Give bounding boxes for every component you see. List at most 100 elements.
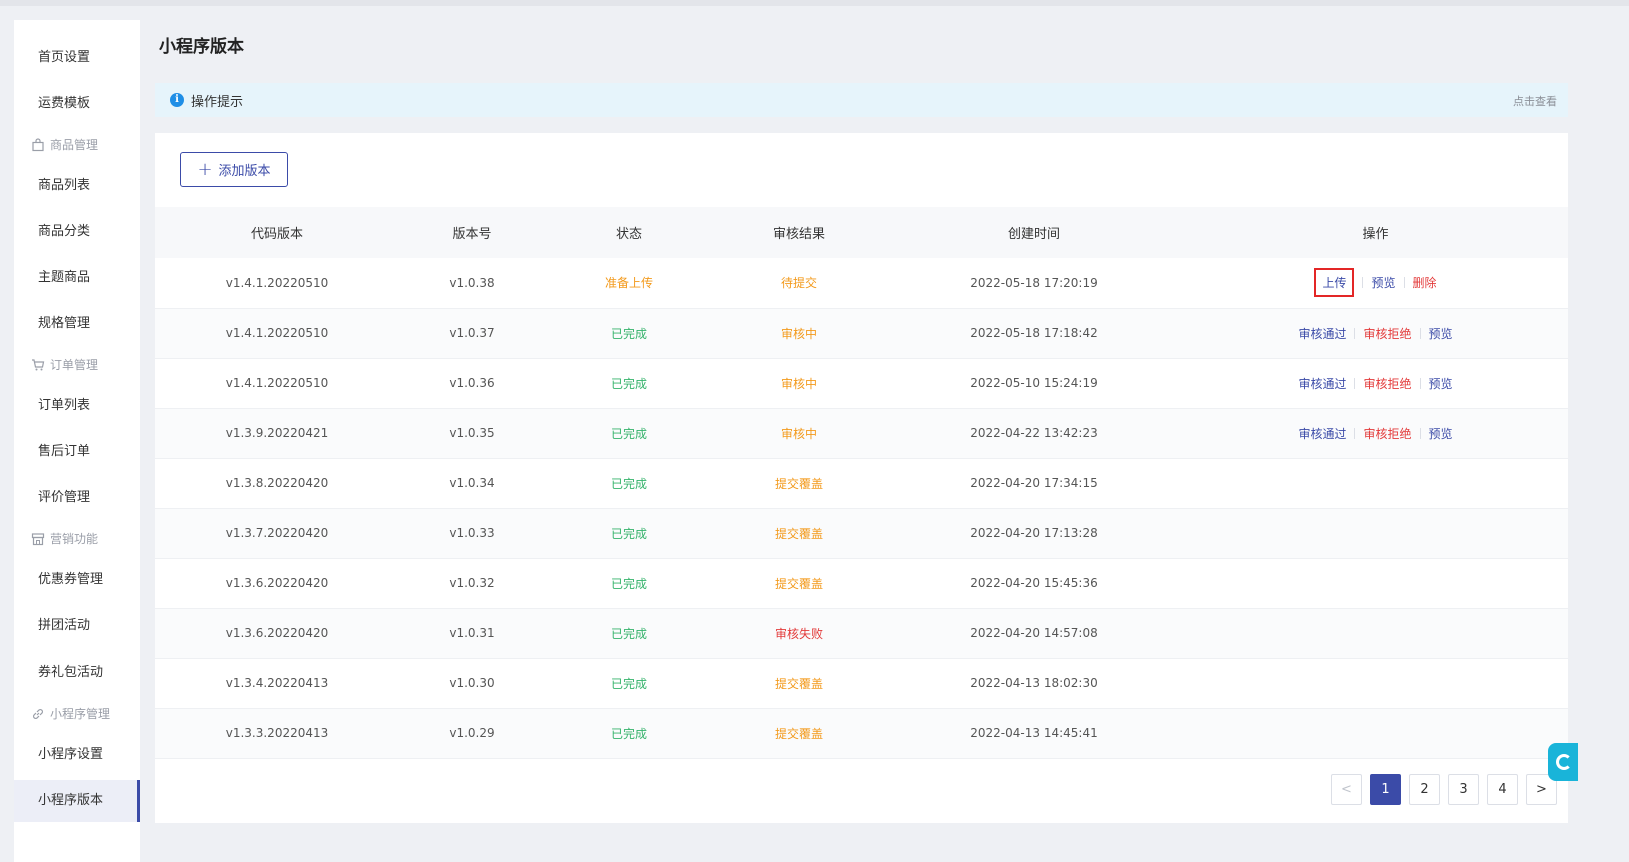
table-row: v1.3.9.20220421 v1.0.35 已完成 审核中 2022-04-22 1… — [155, 408, 1568, 458]
table-row: v1.3.4.20220413 v1.0.30 已完成 提交覆盖 2022-04-13 … — [155, 658, 1568, 708]
cell-created-time: 2022-04-13 18:02:30 — [970, 676, 1098, 690]
table-row: v1.3.3.20220413 v1.0.29 已完成 提交覆盖 2022-04-13 … — [155, 708, 1568, 758]
cell-actions — [1183, 558, 1568, 608]
row-actions: 审核通过 审核拒绝 预览 — [1298, 325, 1452, 342]
sidebar-item-1[interactable]: 运费模板 — [14, 83, 140, 125]
sidebar-group-15: 小程序管理 — [14, 704, 140, 724]
action-link[interactable]: 上传 — [1314, 268, 1355, 298]
sidebar-group-label: 商品管理 — [50, 138, 99, 152]
cell-review-result: 提交覆盖 — [774, 676, 823, 691]
table-row: v1.3.7.20220420 v1.0.33 已完成 提交覆盖 2022-04-20 … — [155, 508, 1568, 558]
sidebar-group-11: 营销功能 — [14, 529, 140, 549]
sidebar-item-9[interactable]: 售后订单 — [14, 431, 140, 473]
action-link[interactable]: 审核拒绝 — [1363, 325, 1411, 342]
cell-actions: 审核通过 审核拒绝 预览 — [1183, 308, 1568, 358]
sidebar-item-3[interactable]: 商品列表 — [14, 165, 140, 207]
cell-review-result: 提交覆盖 — [774, 576, 823, 591]
sidebar-group-label: 小程序管理 — [50, 707, 111, 721]
action-link[interactable]: 预览 — [1429, 325, 1453, 342]
pagination: <1 2 3 4 > — [1331, 774, 1557, 805]
cell-version-number: v1.0.30 — [449, 676, 495, 690]
page-button-3[interactable]: 3 — [1448, 774, 1479, 805]
sidebar-group-7: 订单管理 — [14, 355, 140, 375]
sidebar-item-14[interactable]: 券礼包活动 — [14, 652, 140, 694]
cell-code-version: v1.3.8.20220420 — [225, 476, 329, 490]
cell-status: 已完成 — [610, 626, 647, 641]
sidebar-item-16[interactable]: 小程序设置 — [14, 734, 140, 776]
row-actions: 审核通过 审核拒绝 预览 — [1298, 375, 1452, 392]
tip-view-link[interactable]: 点击查看 — [1513, 93, 1557, 109]
cell-actions — [1183, 508, 1568, 558]
action-link[interactable]: 审核拒绝 — [1363, 375, 1411, 392]
sidebar-item-8[interactable]: 订单列表 — [14, 385, 140, 427]
cell-created-time: 2022-04-20 17:13:28 — [970, 526, 1098, 540]
cell-actions: 上传 预览 删除 — [1183, 258, 1568, 308]
action-divider — [1419, 427, 1421, 439]
cell-actions: 审核通过 审核拒绝 预览 — [1183, 358, 1568, 408]
bag-icon — [31, 138, 45, 152]
cell-created-time: 2022-04-20 15:45:36 — [970, 576, 1098, 590]
prev-page-button[interactable]: < — [1331, 774, 1362, 805]
sidebar-item-0[interactable]: 首页设置 — [14, 37, 140, 79]
customer-service-button[interactable] — [1548, 743, 1578, 781]
table-row: v1.4.1.20220510 v1.0.37 已完成 审核中 2022-05-18 1… — [155, 308, 1568, 358]
header-version-number: 版本号 — [452, 227, 492, 242]
cell-code-version: v1.3.6.20220420 — [225, 626, 329, 640]
header-status: 状态 — [615, 227, 642, 242]
top-bar — [0, 0, 1629, 6]
action-link[interactable]: 删除 — [1413, 274, 1437, 291]
row-actions: 上传 预览 删除 — [1314, 268, 1437, 298]
cell-version-number: v1.0.35 — [449, 426, 495, 440]
cell-version-number: v1.0.31 — [449, 626, 495, 640]
info-icon: i — [170, 93, 184, 107]
action-divider — [1354, 327, 1356, 339]
cell-code-version: v1.3.9.20220421 — [225, 426, 329, 440]
cell-status: 已完成 — [610, 476, 647, 491]
cell-review-result: 审核失败 — [774, 626, 823, 641]
action-link[interactable]: 预览 — [1371, 274, 1395, 291]
action-link[interactable]: 预览 — [1429, 375, 1453, 392]
action-link[interactable]: 审核通过 — [1298, 425, 1346, 442]
cell-review-result: 提交覆盖 — [774, 476, 823, 491]
sidebar-group-2: 商品管理 — [14, 135, 140, 155]
cell-code-version: v1.4.1.20220510 — [225, 376, 329, 390]
sidebar-item-17[interactable]: 小程序版本 — [14, 780, 140, 822]
action-link[interactable]: 审核拒绝 — [1363, 425, 1411, 442]
version-table: 代码版本 版本号 状态 审核结果 创建时间 操作 v1.4.1.20220510… — [155, 207, 1568, 759]
action-link[interactable]: 审核通过 — [1298, 325, 1346, 342]
cell-created-time: 2022-04-20 17:34:15 — [970, 476, 1098, 490]
sidebar-item-13[interactable]: 拼团活动 — [14, 605, 140, 647]
page-button-2[interactable]: 2 — [1409, 774, 1440, 805]
cell-code-version: v1.3.4.20220413 — [225, 676, 329, 690]
sidebar-item-5[interactable]: 主题商品 — [14, 257, 140, 299]
cell-review-result: 待提交 — [780, 276, 817, 291]
add-version-button[interactable]: + 添加版本 — [180, 152, 288, 187]
cell-version-number: v1.0.36 — [449, 376, 495, 390]
sidebar-item-4[interactable]: 商品分类 — [14, 211, 140, 253]
cell-review-result: 审核中 — [780, 376, 817, 391]
cell-status: 已完成 — [610, 326, 647, 341]
action-link[interactable]: 预览 — [1429, 425, 1453, 442]
header-review-result: 审核结果 — [772, 227, 825, 242]
action-link[interactable]: 审核通过 — [1298, 375, 1346, 392]
cell-code-version: v1.4.1.20220510 — [225, 275, 329, 290]
cell-created-time: 2022-05-18 17:20:19 — [970, 275, 1098, 290]
table-row: v1.4.1.20220510 v1.0.36 已完成 审核中 2022-05-10 1… — [155, 358, 1568, 408]
cell-review-result: 提交覆盖 — [774, 726, 823, 741]
add-version-label: 添加版本 — [218, 164, 271, 179]
table-header-row: 代码版本 版本号 状态 审核结果 创建时间 操作 — [155, 207, 1568, 258]
cell-code-version: v1.3.6.20220420 — [225, 576, 329, 590]
operation-tip-bar: i 操作提示 点击查看 — [155, 83, 1568, 117]
action-divider — [1354, 427, 1356, 439]
cell-actions — [1183, 658, 1568, 708]
page-button-1[interactable]: 1 — [1370, 774, 1401, 805]
cell-status: 已完成 — [610, 376, 647, 391]
action-divider — [1354, 377, 1356, 389]
header-actions: 操作 — [1362, 227, 1389, 242]
page-button-4[interactable]: 4 — [1487, 774, 1518, 805]
sidebar-item-10[interactable]: 评价管理 — [14, 477, 140, 519]
cell-status: 已完成 — [610, 426, 647, 441]
sidebar-item-12[interactable]: 优惠券管理 — [14, 559, 140, 601]
cell-created-time: 2022-04-20 14:57:08 — [970, 626, 1098, 640]
sidebar-item-6[interactable]: 规格管理 — [14, 303, 140, 345]
